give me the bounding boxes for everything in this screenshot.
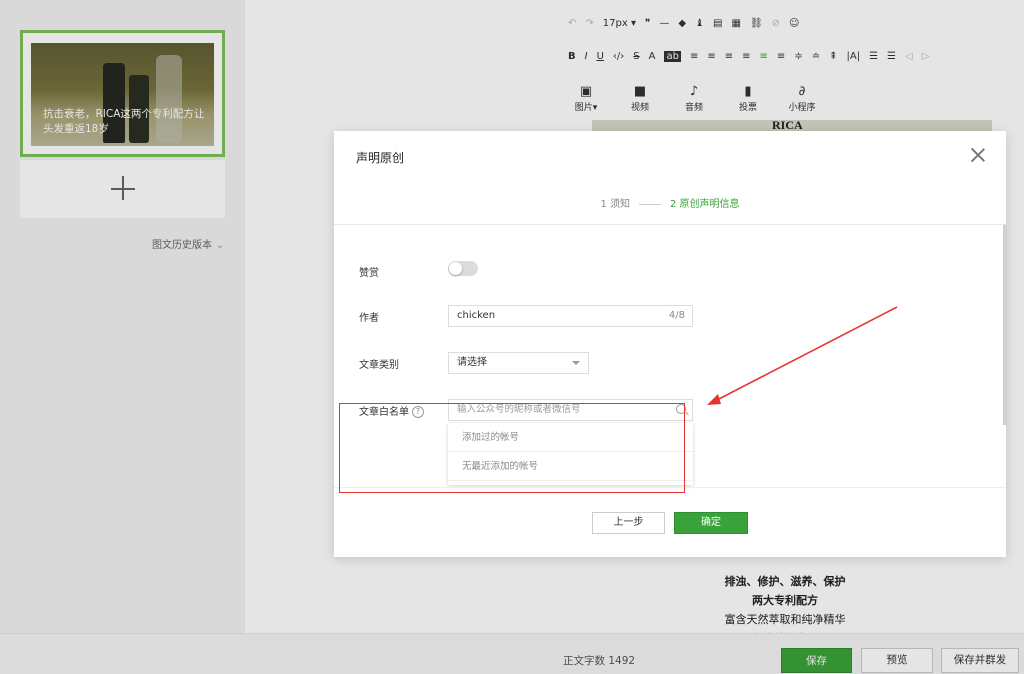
reward-label: 赞赏 xyxy=(359,268,379,279)
chevron-down-icon xyxy=(572,361,580,365)
category-value: 请选择 xyxy=(457,357,487,368)
author-char-count: 4/8 xyxy=(668,310,685,321)
author-label: 作者 xyxy=(359,313,379,324)
reward-toggle[interactable] xyxy=(448,261,478,276)
step-2-label: 2 原创声明信息 xyxy=(670,199,740,210)
category-label: 文章类别 xyxy=(359,360,399,371)
previous-step-button[interactable]: 上一步 xyxy=(592,512,665,534)
dialog-scrollbar[interactable] xyxy=(1003,225,1007,425)
annotation-highlight-box xyxy=(339,403,685,493)
author-value: chicken xyxy=(457,310,496,321)
category-select[interactable]: 请选择 xyxy=(448,352,589,374)
confirm-button[interactable]: 确定 xyxy=(674,512,748,534)
close-icon[interactable] xyxy=(970,147,986,163)
declare-original-dialog: 声明原创 1 须知 2 原创声明信息 赞赏 作者 chicken 4/8 文章类别… xyxy=(334,131,1006,557)
step-indicator: 1 须知 2 原创声明信息 xyxy=(334,195,1006,210)
step-1-label: 1 须知 xyxy=(600,199,630,210)
dialog-title: 声明原创 xyxy=(356,151,405,165)
author-input[interactable]: chicken 4/8 xyxy=(448,305,693,327)
